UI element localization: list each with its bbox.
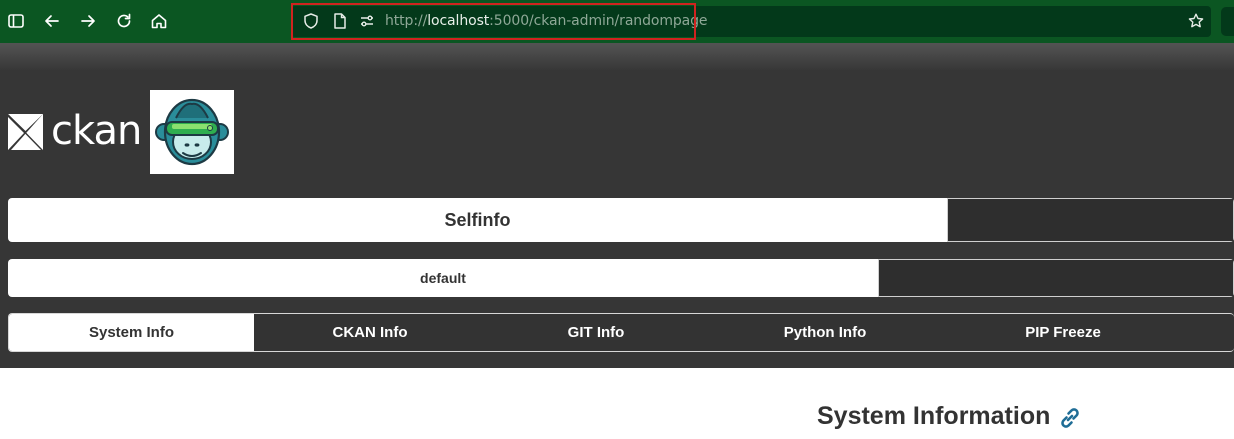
link-icon[interactable] xyxy=(1057,405,1083,431)
config-empty-tab[interactable] xyxy=(878,259,1234,297)
reload-icon[interactable] xyxy=(114,11,134,31)
monkey-mascot-logo xyxy=(150,90,234,174)
config-nav: default xyxy=(8,259,1234,297)
default-tab[interactable]: default xyxy=(8,259,878,297)
browser-toolbar: http://localhost:5000/ckan-admin/randomp… xyxy=(0,0,1234,43)
ckan-logo-icon[interactable] xyxy=(8,114,43,150)
tab-system-info[interactable]: System Info xyxy=(9,314,254,351)
tab-python-info[interactable]: Python Info xyxy=(706,314,944,351)
ckan-logo-text[interactable]: ckan xyxy=(51,108,142,154)
back-icon[interactable] xyxy=(42,11,62,31)
forward-icon[interactable] xyxy=(78,11,98,31)
tab-ckan-info[interactable]: CKAN Info xyxy=(254,314,486,351)
bookmark-star-icon[interactable] xyxy=(1187,12,1205,30)
tab-overflow[interactable] xyxy=(1182,314,1234,351)
tab-git-info[interactable]: GIT Info xyxy=(486,314,706,351)
sidebar-icon[interactable] xyxy=(6,11,26,31)
toolbar-edge-button[interactable] xyxy=(1221,7,1234,36)
url-highlight-box xyxy=(291,3,696,40)
page-title: System Information xyxy=(817,402,1051,430)
home-icon[interactable] xyxy=(149,11,169,31)
selfinfo-empty-tab[interactable] xyxy=(947,198,1234,242)
selfinfo-tab[interactable]: Selfinfo xyxy=(8,198,947,242)
selfinfo-nav: Selfinfo xyxy=(8,198,1234,242)
tab-pip-freeze[interactable]: PIP Freeze xyxy=(944,314,1182,351)
info-tabs: System Info CKAN Info GIT Info Python In… xyxy=(8,313,1234,352)
